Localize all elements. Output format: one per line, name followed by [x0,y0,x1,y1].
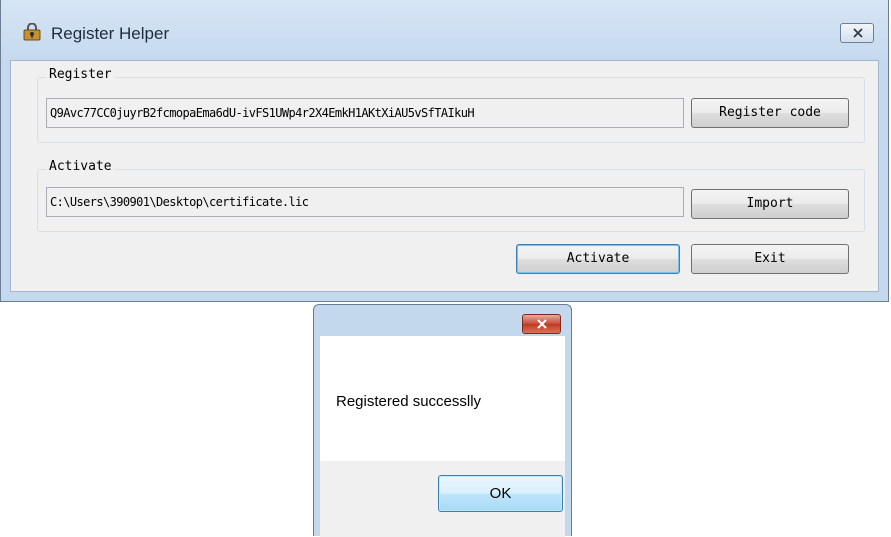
window-close-button[interactable] [840,23,874,43]
license-path-field[interactable]: C:\Users\390901\Desktop\certificate.lic [46,187,684,217]
message-footer: OK [320,461,565,537]
activate-button[interactable]: Activate [516,244,680,274]
register-group-legend: Register [46,67,115,82]
message-box: Registered successlly OK [313,304,572,537]
register-group: Register Q9Avc77CC0juyrB2fcmopaEma6dU-iv… [37,67,865,143]
register-code-field[interactable]: Q9Avc77CC0juyrB2fcmopaEma6dU-ivFS1UWp4r2… [46,98,684,128]
app-lock-icon [23,22,41,41]
message-text: Registered successlly [336,393,482,410]
exit-button[interactable]: Exit [691,244,849,274]
register-code-button[interactable]: Register code [691,98,849,128]
activate-group: Activate C:\Users\390901\Desktop\certifi… [37,159,865,232]
title-bar[interactable]: Register Helper [1,0,888,60]
message-body: Registered successlly [320,336,565,461]
activate-group-legend: Activate [46,159,115,174]
import-button[interactable]: Import [691,189,849,219]
close-icon [537,319,547,329]
register-helper-window: Register Helper Register Q9Avc77CC0juyrB… [0,0,889,302]
close-icon [853,28,863,38]
window-client-area: Register Q9Avc77CC0juyrB2fcmopaEma6dU-iv… [10,60,879,292]
message-close-button[interactable] [522,314,561,334]
ok-button[interactable]: OK [438,475,563,512]
window-title: Register Helper [51,24,170,43]
